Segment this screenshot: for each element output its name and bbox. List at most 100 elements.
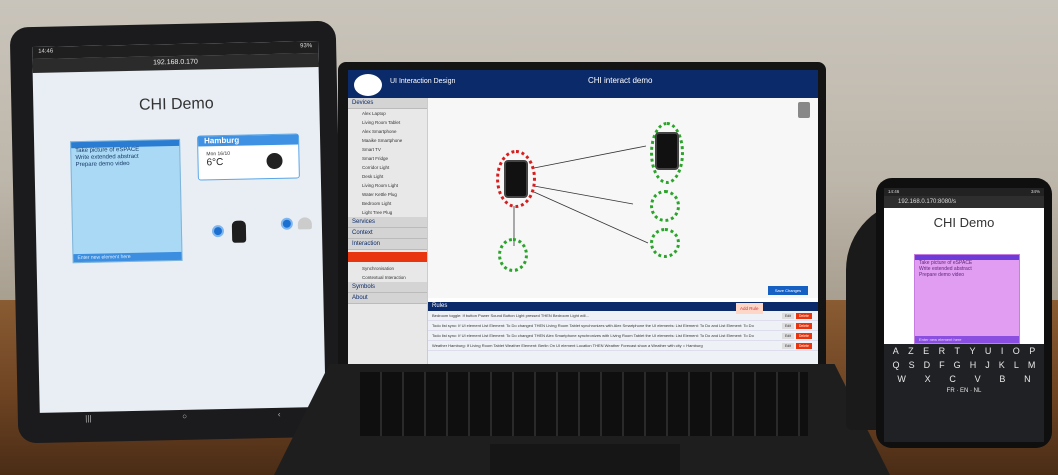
weather-node[interactable] (498, 238, 528, 272)
phone-icon (504, 160, 528, 198)
sidebar: Devices Alex Laptop Living Room Tablet A… (348, 98, 428, 364)
sidebar-item-device[interactable]: Desk Light (348, 172, 427, 181)
sidebar-item-device[interactable]: Living Room Light (348, 181, 427, 190)
key[interactable]: E (923, 346, 929, 356)
rules-title: Rules (432, 303, 448, 309)
kettle-node[interactable] (650, 190, 680, 222)
key[interactable]: B (999, 374, 1005, 384)
key[interactable]: X (925, 374, 931, 384)
todo-input[interactable]: Enter new element here (915, 336, 1019, 343)
edit-button[interactable]: Edit (781, 343, 794, 349)
list-item[interactable]: Prepare demo video (915, 272, 1019, 278)
lamp-power-icon[interactable] (280, 217, 293, 230)
key[interactable]: W (897, 374, 906, 384)
key[interactable]: Y (969, 346, 975, 356)
phone-keyboard: AZERTYUIOP QSDFGHJKLM W X C V B N FR · EN · N… (884, 344, 1044, 442)
delete-button[interactable]: Delete (795, 323, 812, 329)
key[interactable]: I (1001, 346, 1004, 356)
trash-icon[interactable] (798, 102, 810, 118)
sidebar-item-contextual[interactable]: Contextual Interaction (348, 273, 427, 282)
tablet-device: 14:46 93% 192.168.0.170 CHI Demo Take pi… (9, 20, 345, 444)
sidebar-item-device[interactable]: Smart TV (348, 145, 427, 154)
home-icon[interactable]: ○ (182, 412, 187, 426)
phone-todo-list[interactable]: Take picture of eSPACE Write extended ab… (914, 254, 1020, 344)
sidebar-item-device[interactable]: Corridor Light (348, 163, 427, 172)
key[interactable]: S (909, 360, 915, 370)
key[interactable]: N (1024, 374, 1031, 384)
keyboard-row-1: AZERTYUIOP (884, 344, 1044, 358)
edit-button[interactable]: Edit (781, 333, 794, 339)
key[interactable]: R (939, 346, 946, 356)
save-button[interactable]: Save Changes (768, 286, 808, 295)
key[interactable]: P (1029, 346, 1035, 356)
rule-row: Todo list sync: If UI element List Eleme… (428, 321, 818, 331)
phone-page-title: CHI Demo (933, 215, 995, 230)
key[interactable]: V (975, 374, 981, 384)
rules-header: Rules Add Rule (428, 302, 818, 314)
list-item[interactable]: Prepare demo video (72, 160, 180, 169)
phone-status-bar: 14:46 34% (884, 188, 1044, 196)
weather-widget: Hamburg Mon 16/10 6°C (196, 133, 300, 181)
light-node[interactable] (650, 228, 680, 258)
kettle-icon (231, 220, 247, 243)
sidebar-item-device[interactable]: Alex Smartphone (348, 127, 427, 136)
interaction-canvas[interactable]: Save Changes (428, 98, 818, 298)
sidebar-context-header[interactable]: Context (348, 228, 427, 239)
weather-temp: 6°C (206, 157, 224, 169)
delete-button[interactable]: Delete (795, 313, 812, 319)
key[interactable]: F (939, 360, 945, 370)
sidebar-services-header[interactable]: Services (348, 217, 427, 228)
key[interactable]: H (970, 360, 977, 370)
key[interactable]: L (1014, 360, 1019, 370)
edit-button[interactable]: Edit (781, 313, 794, 319)
key[interactable]: A (893, 346, 899, 356)
key[interactable]: T (955, 346, 961, 356)
kettle-power-icon[interactable] (211, 225, 225, 238)
rule-row: Weather Hamburg: If Living Room Tablet W… (428, 341, 818, 351)
back-icon[interactable]: ‹ (278, 410, 281, 424)
delete-button[interactable]: Delete (795, 333, 812, 339)
tablet-battery: 93% (300, 43, 313, 50)
sidebar-about-header[interactable]: About (348, 293, 427, 304)
keyboard-row-2: QSDFGHJKLM (884, 358, 1044, 372)
sidebar-item-device[interactable]: Smart Fridge (348, 154, 427, 163)
key[interactable]: M (1028, 360, 1036, 370)
sidebar-interaction-header[interactable]: Interaction (348, 239, 427, 250)
key[interactable]: G (954, 360, 961, 370)
delete-button[interactable]: Delete (795, 343, 812, 349)
sidebar-item-sync[interactable]: Synchronisation (348, 264, 427, 273)
sidebar-item-device[interactable]: Maaike Smartphone (348, 136, 427, 145)
rule-text: Bedroom toggle: If button Power Sound Bu… (432, 313, 589, 318)
key[interactable]: K (999, 360, 1005, 370)
espace-logo (354, 74, 382, 96)
sidebar-item-device[interactable]: Bedroom Light (348, 199, 427, 208)
tablet-todo-list[interactable]: Take picture of eSPACE Write extended ab… (70, 138, 183, 264)
key[interactable]: J (985, 360, 990, 370)
sidebar-item-device[interactable]: Living Room Tablet (348, 118, 427, 127)
connection-lines (513, 145, 649, 246)
todo-input[interactable]: Enter new element here (73, 251, 182, 263)
menu-icon[interactable]: ||| (85, 414, 92, 428)
key[interactable]: Q (893, 360, 900, 370)
sidebar-item-device[interactable]: Alex Laptop (348, 109, 427, 118)
sidebar-item-device[interactable]: Light Tree Plug (348, 208, 427, 217)
weather-city: Hamburg (198, 134, 299, 147)
sidebar-symbols-header[interactable]: Symbols (348, 282, 427, 293)
key[interactable]: D (924, 360, 931, 370)
rule-text: Todo list sync: If UI element List Eleme… (432, 323, 754, 328)
key[interactable]: O (1013, 346, 1020, 356)
language-selector[interactable]: FR · EN · NL (947, 388, 982, 394)
sidebar-item-device[interactable]: Water Kettle Plug (348, 190, 427, 199)
key[interactable]: Z (908, 346, 914, 356)
tablet-screen: 14:46 93% 192.168.0.170 CHI Demo Take pi… (32, 41, 326, 413)
edit-button[interactable]: Edit (781, 323, 794, 329)
rule-row: Todo list sync: If UI element List Eleme… (428, 331, 818, 341)
key[interactable]: C (949, 374, 956, 384)
phone-url-bar[interactable]: 192.168.0.170:8080/s (884, 196, 1044, 208)
phone-battery: 34% (1030, 189, 1040, 194)
sidebar-selected-item[interactable] (348, 252, 427, 262)
key[interactable]: U (985, 346, 992, 356)
header-left-label: UI Interaction Design (390, 78, 456, 85)
sidebar-devices-header[interactable]: Devices (348, 98, 427, 109)
lamp-icon (297, 217, 312, 230)
